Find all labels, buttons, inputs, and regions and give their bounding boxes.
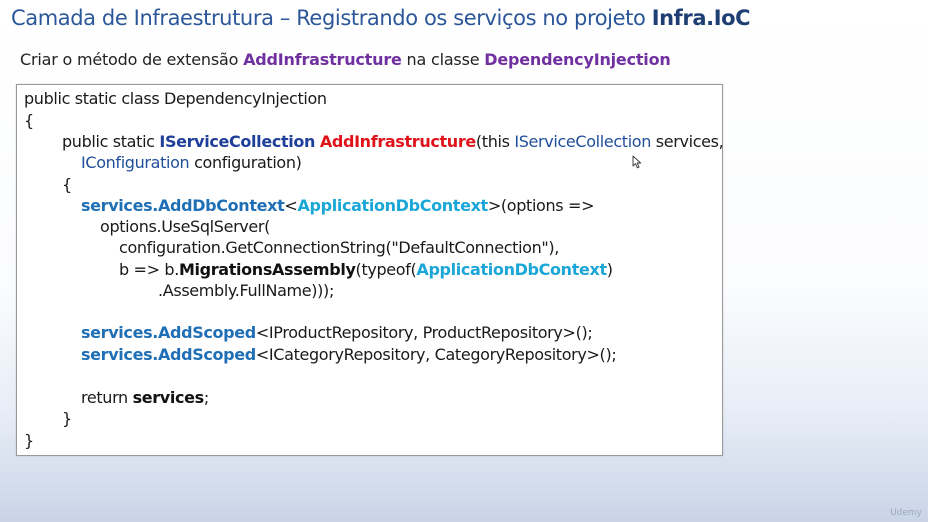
code-token: AddInfrastructure — [319, 132, 476, 151]
code-block: public static class DependencyInjection … — [16, 84, 724, 456]
code-token: services — [132, 388, 205, 407]
code-token: MigrationsAssembly — [178, 260, 356, 279]
code-line-10: .Assembly.FullName))); — [158, 281, 334, 300]
code-token: return — [81, 388, 133, 407]
slide-subtitle: Criar o método de extensão AddInfrastruc… — [20, 50, 671, 69]
code-line-4: IConfiguration configuration) — [81, 153, 302, 172]
code-line-15: } — [24, 431, 34, 450]
code-token: >(options => — [487, 196, 595, 215]
slide-title-main: Camada de Infraestrutura – Registrando o… — [11, 6, 652, 30]
code-token: ApplicationDbContext — [416, 260, 607, 279]
code-token: IConfiguration — [81, 153, 190, 172]
slide-title-project: Infra.IoC — [651, 6, 751, 30]
subtitle-method: AddInfrastructure — [243, 50, 402, 69]
code-token: < — [284, 196, 298, 215]
code-line-12: services.AddScoped<ICategoryRepository, … — [81, 345, 617, 364]
code-token: services, — [651, 132, 724, 151]
code-token: public static — [62, 132, 160, 151]
subtitle-pre: Criar o método de extensão — [20, 50, 244, 69]
code-line-7: options.UseSqlServer( — [100, 217, 271, 236]
code-line-11: services.AddScoped<IProductRepository, P… — [81, 323, 593, 342]
code-line-8: configuration.GetConnectionString("Defau… — [119, 238, 560, 257]
code-token: configuration) — [189, 153, 302, 172]
code-token: services.AddScoped — [81, 345, 256, 364]
code-token: IServiceCollection — [159, 132, 316, 151]
code-token: b => b. — [119, 260, 179, 279]
code-token: ) — [606, 260, 613, 279]
code-token: (typeof( — [355, 260, 417, 279]
code-line-1: public static class DependencyInjection — [24, 89, 327, 108]
subtitle-mid: na classe — [401, 50, 485, 69]
mouse-pointer-icon — [632, 155, 642, 169]
code-line-3: public static IServiceCollection AddInfr… — [62, 132, 724, 151]
code-token: <ICategoryRepository, CategoryRepository… — [255, 345, 617, 364]
code-token: ; — [203, 388, 209, 407]
code-line-14: } — [62, 409, 72, 428]
subtitle-class: DependencyInjection — [484, 50, 671, 69]
slide-title: Camada de Infraestrutura – Registrando o… — [11, 6, 751, 30]
code-token: services.AddScoped — [81, 323, 256, 342]
code-line-13: return services; — [81, 388, 209, 407]
code-line-5: { — [62, 175, 72, 194]
code-token: <IProductRepository, ProductRepository>(… — [255, 323, 593, 342]
watermark-logo: Udemy — [890, 508, 922, 518]
code-line-6: services.AddDbContext<ApplicationDbConte… — [81, 196, 594, 215]
code-token: IServiceCollection — [514, 132, 652, 151]
code-line-2: { — [24, 111, 34, 130]
code-line-9: b => b.MigrationsAssembly(typeof(Applica… — [119, 260, 613, 279]
code-token: services.AddDbContext — [81, 196, 285, 215]
code-token: ApplicationDbContext — [297, 196, 488, 215]
code-token: (this — [475, 132, 515, 151]
